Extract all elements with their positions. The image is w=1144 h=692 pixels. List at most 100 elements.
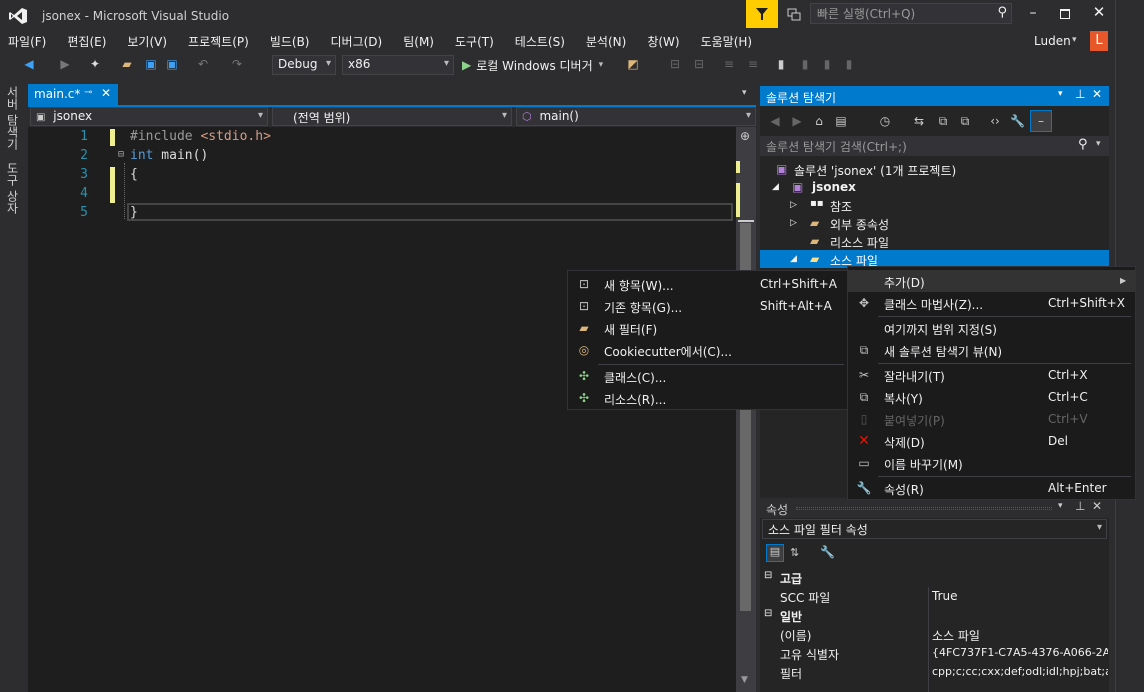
open-folder-icon[interactable]: ▰ xyxy=(120,57,134,71)
tree-item-external-deps[interactable]: ▷ ▰ 외부 종속성 xyxy=(760,214,1109,232)
close-tab-icon[interactable]: ✕ xyxy=(101,86,111,100)
menu-tools[interactable]: 도구(T) xyxy=(455,33,494,50)
menu-item-add[interactable]: 추가(D) ▶ xyxy=(848,270,1135,292)
property-grid-divider[interactable] xyxy=(928,587,929,692)
platform-select[interactable]: x86 xyxy=(342,55,454,75)
toolbar-icon-b[interactable]: ⊟ xyxy=(692,57,706,71)
comment-icon[interactable]: ≡ xyxy=(722,57,736,71)
minimize-button[interactable]: – xyxy=(1024,5,1042,23)
property-row[interactable]: (이름) 소스 파일 xyxy=(760,625,1109,644)
sync-icon[interactable]: ⇆ xyxy=(912,114,926,128)
undo-icon[interactable]: ↶ xyxy=(196,57,210,71)
properties-object-select[interactable]: 소스 파일 필터 속성 xyxy=(762,519,1107,539)
menu-item-scope-to-this[interactable]: 여기까지 범위 지정(S) xyxy=(848,317,1135,339)
switch-views-icon[interactable]: ▤ xyxy=(834,114,848,128)
new-project-icon[interactable]: ✦ xyxy=(88,57,102,71)
menu-analyze[interactable]: 분석(N) xyxy=(586,33,626,50)
feedback-icon[interactable] xyxy=(746,0,778,28)
prev-bookmark-icon[interactable]: ▮ xyxy=(798,57,812,71)
menu-item-existing-item[interactable]: ⊡ 기존 항목(G)... Shift+Alt+A xyxy=(568,295,848,317)
pin-icon[interactable]: ⊸ xyxy=(84,87,92,98)
maximize-button[interactable] xyxy=(1060,9,1070,19)
back-icon[interactable]: ◀ xyxy=(22,57,36,71)
menu-team[interactable]: 팀(M) xyxy=(403,33,434,50)
nav-scope-select[interactable]: (전역 범위) xyxy=(272,107,512,126)
editor-tab[interactable]: main.c* ⊸ ✕ xyxy=(28,84,118,105)
toolbar-icon-a[interactable]: ⊟ xyxy=(668,57,682,71)
bookmark-icon[interactable]: ▮ xyxy=(774,57,788,71)
tree-item-project[interactable]: ◢ ▣ jsonex xyxy=(760,178,1109,196)
close-button[interactable]: ✕ xyxy=(1090,3,1108,21)
clear-bookmarks-icon[interactable]: ▮ xyxy=(842,57,856,71)
preview-selected-icon[interactable]: – xyxy=(1030,110,1052,132)
avatar[interactable]: L xyxy=(1090,31,1108,51)
tree-item-references[interactable]: ▷ ▪▪ 참조 xyxy=(760,196,1109,214)
menu-item-class[interactable]: ✣ 클래스(C)... xyxy=(568,365,848,387)
property-value[interactable]: {4FC737F1-C7A5-4376-A066-2A32D752A2FF} xyxy=(932,646,1108,659)
auto-hide-pin-icon[interactable]: ⊥ xyxy=(1075,499,1085,513)
property-value[interactable]: 소스 파일 xyxy=(932,627,980,644)
save-icon[interactable]: ▣ xyxy=(144,57,158,71)
server-explorer-tab[interactable]: 서버 탐색기 xyxy=(5,86,21,150)
tree-item-resource-files[interactable]: ▰ 리소스 파일 xyxy=(760,232,1109,250)
find-in-files-icon[interactable]: ◩ xyxy=(626,57,640,71)
menu-item-new-filter[interactable]: ▰ 새 필터(F) xyxy=(568,317,848,339)
menu-item-new-item[interactable]: ⊡ 새 항목(W)... Ctrl+Shift+A xyxy=(568,273,848,295)
show-all-files-icon[interactable]: ⧉ xyxy=(958,114,972,128)
menu-view[interactable]: 보기(V) xyxy=(127,33,167,50)
property-category[interactable]: ⊟ 일반 xyxy=(760,606,1109,625)
notifications-icon[interactable] xyxy=(786,6,802,22)
menu-item-copy[interactable]: ⧉ 복사(Y) Ctrl+C xyxy=(848,386,1135,408)
menu-window[interactable]: 창(W) xyxy=(647,33,679,50)
menu-project[interactable]: 프로젝트(P) xyxy=(188,33,249,50)
window-position-icon[interactable]: ▾ xyxy=(1058,89,1063,99)
menu-test[interactable]: 테스트(S) xyxy=(515,33,565,50)
nav-member-select[interactable]: ⬡ main() xyxy=(516,107,756,126)
user-menu-chevron-icon[interactable]: ▾ xyxy=(1072,35,1077,45)
categorized-icon[interactable]: ▤ xyxy=(766,544,784,562)
quick-launch-box[interactable]: 빠른 실행(Ctrl+Q) ⚲ xyxy=(810,3,1012,24)
split-icon[interactable]: ⊕ xyxy=(740,129,750,143)
auto-hide-pin-icon[interactable]: ⊥ xyxy=(1075,87,1085,101)
solution-search-box[interactable]: 솔루션 탐색기 검색(Ctrl+;) ⚲ ▾ xyxy=(760,136,1109,156)
window-position-icon[interactable]: ▾ xyxy=(1058,501,1063,511)
menu-item-cookiecutter[interactable]: ◎ Cookiecutter에서(C)... xyxy=(568,339,848,361)
menu-item-rename[interactable]: ▭ 이름 바꾸기(M) xyxy=(848,452,1135,474)
menu-build[interactable]: 빌드(B) xyxy=(270,33,310,50)
nav-project-select[interactable]: ▣ jsonex xyxy=(30,107,268,126)
search-options-icon[interactable]: ▾ xyxy=(1096,139,1101,149)
menu-item-new-solution-view[interactable]: ⧉ 새 솔루션 탐색기 뷰(N) xyxy=(848,339,1135,361)
run-dropdown-icon[interactable]: ▾ xyxy=(599,60,604,70)
properties-icon[interactable]: 🔧 xyxy=(1010,114,1025,128)
start-debugging-button[interactable]: ▶ 로컬 Windows 디버거 ▾ xyxy=(462,55,603,75)
property-value[interactable]: cpp;c;cc;cxx;def;odl;idl;hpj;bat;asm;asm… xyxy=(932,665,1108,678)
next-bookmark-icon[interactable]: ▮ xyxy=(820,57,834,71)
tree-item-solution[interactable]: ▣ 솔루션 'jsonex' (1개 프로젝트) xyxy=(760,160,1109,178)
property-row[interactable]: 필터 cpp;c;cc;cxx;def;odl;idl;hpj;bat;asm;… xyxy=(760,663,1109,682)
menu-item-resource[interactable]: ✣ 리소스(R)... xyxy=(568,387,848,409)
property-pages-icon[interactable]: 🔧 xyxy=(820,545,835,559)
property-category[interactable]: ⊟ 고급 xyxy=(760,568,1109,587)
tab-overflow-icon[interactable]: ▾ xyxy=(742,88,747,98)
pending-changes-icon[interactable]: ◷ xyxy=(878,114,892,128)
uncomment-icon[interactable]: ≡ xyxy=(746,57,760,71)
toolbox-tab[interactable]: 도구 상자 xyxy=(5,162,21,214)
property-row[interactable]: SCC 파일 True xyxy=(760,587,1109,606)
user-name[interactable]: Luden xyxy=(1034,34,1071,48)
alphabetical-icon[interactable]: ⇅ xyxy=(790,546,799,559)
menu-file[interactable]: 파일(F) xyxy=(8,33,46,50)
menu-item-properties[interactable]: 🔧 속성(R) Alt+Enter xyxy=(848,477,1135,499)
menu-item-delete[interactable]: ✕ 삭제(D) Del xyxy=(848,430,1135,452)
property-value[interactable]: True xyxy=(932,589,958,603)
menu-item-cut[interactable]: ✂ 잘라내기(T) Ctrl+X xyxy=(848,364,1135,386)
collapse-all-icon[interactable]: ⧉ xyxy=(936,114,950,128)
home-icon[interactable]: ⌂ xyxy=(812,114,826,128)
back-icon[interactable]: ◀ xyxy=(768,114,782,128)
collapse-icon[interactable]: ⊟ xyxy=(118,149,124,160)
forward-icon[interactable]: ▶ xyxy=(790,114,804,128)
solution-config-select[interactable]: Debug xyxy=(272,55,336,75)
view-code-icon[interactable]: ‹› xyxy=(988,114,1002,128)
menu-edit[interactable]: 편집(E) xyxy=(67,33,106,50)
redo-icon[interactable]: ↷ xyxy=(230,57,244,71)
close-panel-icon[interactable]: ✕ xyxy=(1092,87,1102,101)
